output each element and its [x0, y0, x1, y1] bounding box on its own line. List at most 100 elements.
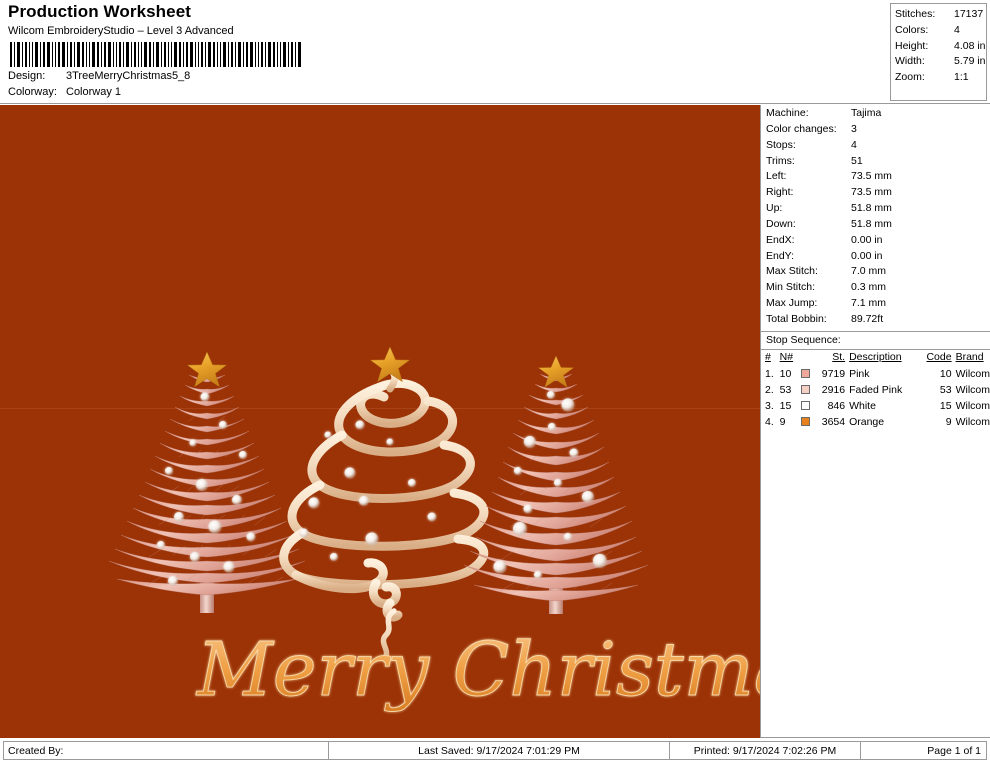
tree-right	[463, 355, 649, 614]
star-icon-middle	[369, 346, 411, 383]
stat-label: Machine:	[766, 107, 809, 119]
stat-value: 51	[851, 154, 863, 167]
cell-code: 15	[939, 400, 952, 413]
stat-row: Machine: Tajima	[766, 106, 990, 122]
stat-label: Min Stitch:	[766, 281, 816, 294]
stat-value: 0.3 mm	[851, 281, 887, 294]
design-summary-box: Stitches: 17137 Colors: 4 Height: 4.08 in Widt…	[890, 3, 987, 101]
stop-sequence-table: # N# St. Description Code Brand 1. 10 9719…	[765, 350, 990, 431]
summary-label: Zoom:	[895, 71, 925, 84]
software-subtitle: Wilcom EmbroideryStudio – Level 3 Advanc…	[8, 25, 234, 37]
summary-label: Width:	[895, 55, 925, 68]
stat-value: 89.72ft	[851, 312, 884, 325]
summary-value: 17137	[954, 8, 984, 20]
header-left-block: Production Worksheet Wilcom EmbroiderySt…	[8, 2, 748, 99]
color-swatch-icon	[801, 368, 811, 378]
greeting-text: Merry Christmas	[195, 627, 760, 713]
cell-description: Orange	[849, 416, 885, 429]
summary-value: 4.08 in	[954, 39, 986, 52]
table-row[interactable]: 1. 10 9719 Pink 10 Wilcom	[765, 366, 990, 382]
greeting-script: Merry Christmas	[195, 627, 760, 714]
stat-row: Max Jump: 7.1 mm	[766, 296, 990, 312]
col-brand: Brand	[955, 350, 984, 363]
cell-needle: 9	[779, 416, 786, 429]
design-canvas[interactable]: Merry Christmas	[0, 105, 760, 738]
color-swatch-icon	[801, 385, 811, 395]
cell-stitches: 846	[827, 400, 846, 413]
summary-row: Height: 4.08 in	[895, 39, 986, 55]
cell-color-swatch	[798, 398, 813, 414]
center-guideline	[0, 408, 760, 409]
page-title: Production Worksheet	[8, 2, 192, 21]
colorway-value: Colorway 1	[66, 86, 122, 98]
cell-code: 10	[939, 367, 952, 380]
stat-value: 73.5 mm	[851, 170, 892, 183]
table-row[interactable]: 2. 53 2916 Faded Pink 53 Wilcom	[765, 382, 990, 398]
stat-row: Max Stitch: 7.0 mm	[766, 264, 990, 280]
cell-index: 2.	[765, 384, 774, 397]
stat-label: EndY:	[766, 249, 795, 262]
cell-needle: 15	[779, 400, 792, 413]
stat-row: Min Stitch: 0.3 mm	[766, 280, 990, 296]
stat-row: Total Bobbin: 89.72ft	[766, 312, 990, 328]
stat-label: Trims:	[766, 154, 795, 167]
table-header-row: # N# St. Description Code Brand	[765, 350, 990, 366]
worksheet-footer: Created By: Last Saved: 9/17/2024 7:01:2…	[0, 739, 990, 762]
stat-value: 51.8 mm	[851, 202, 892, 215]
stat-value: 7.1 mm	[851, 297, 887, 310]
production-worksheet-page: Production Worksheet Wilcom EmbroiderySt…	[0, 0, 990, 762]
stat-row: Right: 73.5 mm	[766, 185, 990, 201]
summary-label: Colors:	[895, 23, 929, 36]
table-row[interactable]: 4. 9 3654 Orange 9 Wilcom	[765, 414, 990, 430]
stat-value: 0.00 in	[851, 233, 883, 246]
stat-value: 51.8 mm	[851, 217, 892, 230]
design-value: 3TreeMerryChristmas5_8	[66, 70, 191, 82]
col-stitches: St.	[832, 350, 846, 363]
star-icon-right	[537, 355, 575, 388]
stat-row: Trims: 51	[766, 154, 990, 170]
stat-value: 0.00 in	[851, 249, 883, 262]
stat-label: Max Stitch:	[766, 265, 818, 278]
colorway-label: Colorway:	[8, 86, 57, 98]
cell-description: Pink	[849, 367, 870, 380]
printed-field: Printed: 9/17/2024 7:02:26 PM	[670, 742, 861, 759]
cell-brand: Wilcom	[955, 400, 990, 413]
col-needle: N#	[779, 350, 794, 363]
summary-row: Width: 5.79 in	[895, 54, 986, 70]
cell-stitches: 9719	[821, 367, 846, 380]
cell-code: 9	[945, 416, 952, 429]
design-info-panel: Machine: Tajima Color changes: 3 Stops: 4 Trim…	[760, 105, 990, 738]
summary-label: Stitches:	[895, 8, 936, 20]
stat-label: Up:	[766, 202, 783, 215]
stat-label: Right:	[766, 186, 794, 199]
stat-label: Max Jump:	[766, 297, 818, 310]
cell-code: 53	[939, 384, 952, 397]
summary-value: 1:1	[954, 71, 969, 84]
cell-index: 3.	[765, 400, 774, 413]
colorway-row: Colorway: Colorway 1	[8, 85, 748, 99]
stat-row: Down: 51.8 mm	[766, 217, 990, 233]
stat-row: EndX: 0.00 in	[766, 233, 990, 249]
summary-row: Zoom: 1:1	[895, 70, 982, 86]
col-description: Description	[849, 350, 902, 363]
stop-sequence-body: 1. 10 9719 Pink 10 Wilcom 2. 53 2916 Faded Pink 53…	[765, 366, 990, 431]
tree-left	[108, 351, 306, 613]
barcode	[8, 42, 304, 67]
tree-middle	[279, 346, 489, 662]
created-by-field: Created By:	[4, 742, 329, 759]
stop-sequence-title: Stop Sequence:	[766, 333, 841, 346]
table-row[interactable]: 3. 15 846 White 15 Wilcom	[765, 398, 990, 414]
col-code: Code	[926, 350, 952, 363]
stat-label: Left:	[766, 170, 787, 183]
cell-color-swatch	[798, 382, 813, 398]
color-swatch-icon	[801, 417, 811, 427]
cell-color-swatch	[798, 366, 813, 382]
stat-label: Total Bobbin:	[766, 312, 827, 325]
stat-value: 7.0 mm	[851, 265, 887, 278]
design-row: Design: 3TreeMerryChristmas5_8	[8, 69, 748, 83]
stat-value: 3	[851, 122, 857, 135]
summary-label: Height:	[895, 39, 929, 52]
stat-row: EndY: 0.00 in	[766, 249, 990, 265]
stat-value: Tajima	[851, 107, 882, 119]
cell-brand: Wilcom	[955, 367, 990, 380]
